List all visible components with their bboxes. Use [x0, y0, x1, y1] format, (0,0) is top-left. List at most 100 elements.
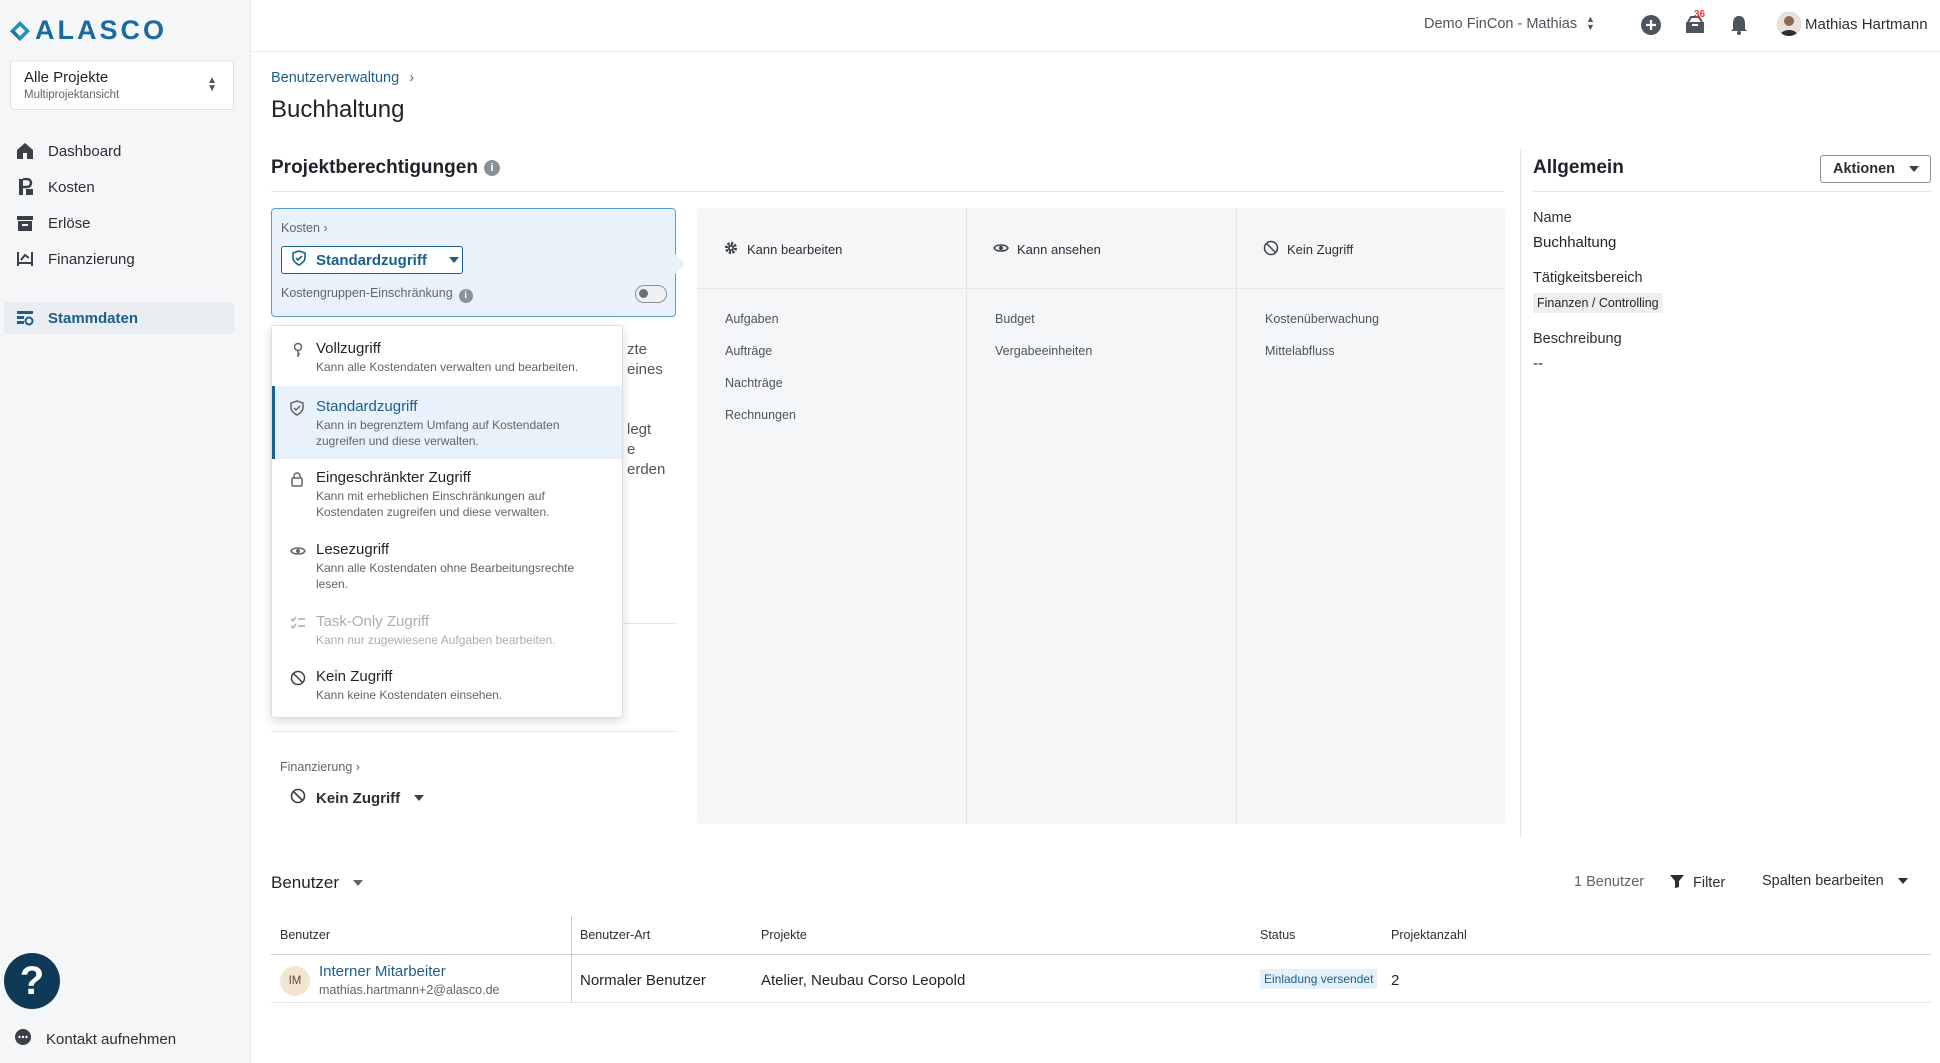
sidebar-item-label: Finanzierung — [48, 250, 135, 268]
menu-item-description: Kann alle Kostendaten ohne Bearbeitungsr… — [316, 561, 575, 591]
financing-access-dropdown[interactable]: Kein Zugriff — [290, 788, 425, 808]
divider — [271, 1002, 1931, 1003]
permission-matrix: Kann bearbeiten Aufgaben Aufträge Nachtr… — [697, 208, 1505, 824]
actions-label: Aktionen — [1833, 161, 1896, 177]
column-header-user[interactable]: Benutzer — [280, 928, 330, 942]
matrix-item: Nachträge — [725, 376, 783, 390]
column-header-projects[interactable]: Projekte — [761, 928, 807, 942]
logo[interactable]: ALASCO — [9, 15, 167, 46]
general-title: Allgemein — [1533, 157, 1624, 178]
access-level-value: Standardzugriff — [316, 251, 427, 269]
obscured-text: zte — [627, 341, 648, 358]
matrix-item: Vergabeeinheiten — [995, 344, 1093, 358]
eye-icon — [290, 543, 306, 559]
column-header-status[interactable]: Status — [1260, 928, 1295, 942]
breadcrumb-link[interactable]: Benutzerverwaltung — [271, 70, 399, 86]
bell-icon[interactable] — [1726, 12, 1752, 38]
caret-down-icon — [1897, 878, 1908, 889]
project-selector-subtitle: Multiprojektansicht — [24, 89, 120, 101]
divider — [271, 191, 1504, 192]
home-icon — [14, 140, 36, 162]
status-badge: Einladung versendet — [1260, 969, 1378, 989]
add-icon[interactable] — [1638, 12, 1664, 38]
card-breadcrumb: Kosten › — [281, 221, 328, 235]
matrix-column-no-access: Kein Zugriff Kostenüberwachung Mittelabf… — [1237, 208, 1505, 824]
users-title: Benutzer — [271, 873, 340, 892]
info-icon[interactable]: i — [483, 160, 500, 176]
master-data-icon — [14, 307, 36, 329]
topbar: Demo FinCon - Mathias ▲ ▼ 36 Mathias Hart… — [252, 0, 1940, 52]
column-header-project-count[interactable]: Projektanzahl — [1391, 928, 1467, 942]
matrix-item: Rechnungen — [725, 408, 796, 422]
actions-button[interactable]: Aktionen — [1820, 155, 1931, 183]
card-breadcrumb-label: Kosten — [281, 221, 320, 235]
chevron-right-icon: › — [409, 70, 415, 86]
sidebar-item-label: Erlöse — [48, 214, 91, 232]
permission-card-kosten[interactable]: Kosten › Standardzugriff Kostengruppen-E… — [271, 208, 685, 317]
caret-down-icon — [414, 795, 425, 806]
chevron-right-icon: › — [355, 760, 360, 774]
up-down-chevron-icon: ▲ ▼ — [207, 75, 217, 94]
access-level-menu: Vollzugriff Kann alle Kostendaten verwal… — [271, 325, 623, 718]
sidebar-item-stammdaten[interactable]: Stammdaten — [4, 302, 234, 334]
obscured-text: eines — [627, 361, 663, 378]
cost-group-restriction-label: Kostengruppen-Einschränkung i — [281, 286, 473, 303]
access-level-dropdown[interactable]: Standardzugriff — [281, 246, 463, 274]
area-tag: Finanzen / Controlling — [1533, 293, 1663, 313]
menu-item-description: Kann keine Kostendaten einsehen. — [316, 688, 503, 702]
filter-button[interactable]: Filter — [1669, 873, 1725, 893]
menu-item-restricted-access[interactable]: Eingeschränkter Zugriff Kann mit erhebli… — [272, 469, 622, 520]
menu-item-standard-access[interactable]: Standardzugriff Kann in begrenztem Umfan… — [272, 386, 622, 459]
caret-down-icon — [1909, 166, 1920, 177]
menu-item-read-access[interactable]: Lesezugriff Kann alle Kostendaten ohne B… — [272, 541, 622, 592]
user-name[interactable]: Mathias Hartmann — [1805, 16, 1928, 33]
edit-columns-button[interactable]: Spalten bearbeiten — [1762, 873, 1908, 889]
menu-item-title: Vollzugriff — [316, 340, 381, 357]
key-icon — [290, 342, 306, 358]
edit-columns-label: Spalten bearbeiten — [1762, 873, 1884, 889]
divider — [271, 731, 676, 732]
help-button[interactable]: ? — [4, 953, 60, 1009]
menu-item-description: Kann mit erheblichen Einschränkungen auf… — [316, 489, 550, 519]
organization-selector[interactable]: Demo FinCon - Mathias — [1424, 16, 1577, 32]
area-label: Tätigkeitsbereich — [1533, 270, 1643, 286]
page-title: Buchhaltung — [271, 96, 405, 123]
users-section-toggle[interactable]: Benutzer — [271, 873, 364, 893]
project-selector[interactable]: Alle Projekte Multiprojektansicht ▲ ▼ — [10, 60, 234, 110]
menu-item-no-access[interactable]: Kein Zugriff Kann keine Kostendaten eins… — [272, 668, 622, 703]
caret-down-icon — [448, 257, 459, 268]
matrix-header-label: Kein Zugriff — [1287, 242, 1354, 257]
contact-link[interactable]: Kontakt aufnehmen — [14, 1028, 176, 1050]
matrix-header-no-access: Kein Zugriff — [1263, 240, 1353, 259]
sidebar-item-erloese[interactable]: Erlöse — [4, 207, 234, 239]
sidebar-item-finanzierung[interactable]: Finanzierung — [4, 243, 234, 275]
breadcrumb[interactable]: Benutzerverwaltung › — [271, 70, 414, 86]
matrix-item: Aufträge — [725, 344, 773, 358]
cost-group-restriction-toggle[interactable] — [635, 285, 667, 303]
user-name-link[interactable]: Interner Mitarbeiter — [319, 963, 446, 980]
shield-icon — [290, 400, 306, 416]
menu-item-description: Kann in begrenztem Umfang auf Kostendate… — [316, 418, 560, 448]
matrix-header-edit: Kann bearbeiten — [723, 240, 842, 259]
financing-breadcrumb-label: Finanzierung — [280, 760, 353, 774]
menu-item-title: Standardzugriff — [316, 398, 418, 415]
column-divider[interactable] — [571, 916, 572, 1003]
project-count-cell: 2 — [1391, 972, 1400, 989]
name-label: Name — [1533, 210, 1572, 226]
sidebar-item-label: Kosten — [48, 178, 95, 196]
shield-icon — [292, 250, 306, 270]
up-down-chevron-icon[interactable]: ▲ ▼ — [1586, 15, 1595, 32]
obscured-text: e — [627, 441, 636, 458]
menu-item-description: Kann nur zugewiesene Aufgaben bearbeiten… — [316, 633, 556, 647]
sidebar: ALASCO Alle Projekte Multiprojektansicht… — [0, 0, 251, 1063]
sidebar-item-dashboard[interactable]: Dashboard — [4, 135, 234, 167]
sidebar-item-kosten[interactable]: Kosten — [4, 171, 234, 203]
info-icon[interactable]: i — [458, 288, 473, 303]
user-email: mathias.hartmann+2@alasco.de — [319, 983, 500, 997]
user-avatar[interactable] — [1777, 12, 1801, 36]
column-header-user-type[interactable]: Benutzer-Art — [580, 928, 650, 942]
user-type-cell: Normaler Benutzer — [580, 972, 706, 989]
matrix-column-edit: Kann bearbeiten Aufgaben Aufträge Nachtr… — [697, 208, 967, 824]
sidebar-item-label: Stammdaten — [48, 309, 139, 327]
menu-item-full-access[interactable]: Vollzugriff Kann alle Kostendaten verwal… — [272, 340, 622, 375]
